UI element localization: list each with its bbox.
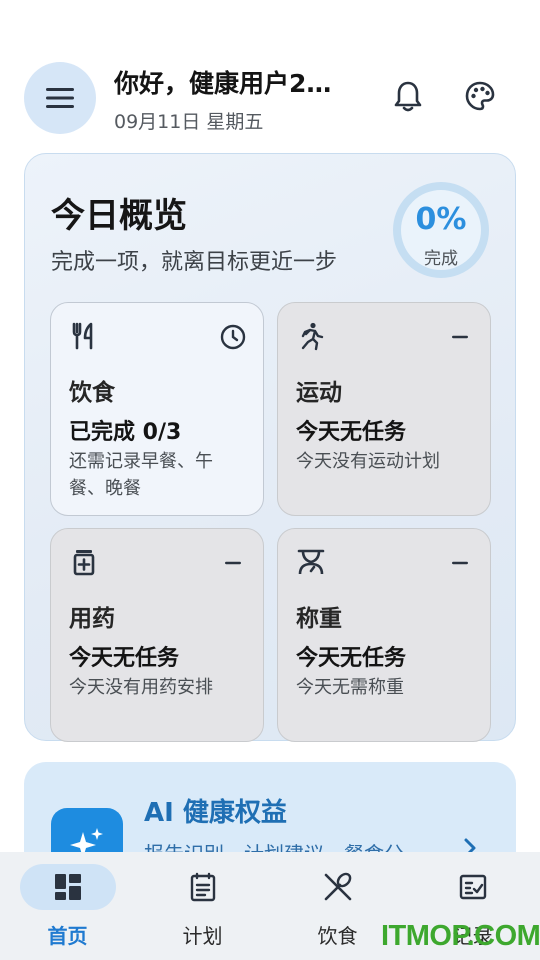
today-overview-card: 今日概览 完成一项，就离目标更近一步 0% 完成 饮食 已完成 0/3 还需记录… xyxy=(24,153,516,742)
tile-state: 已完成 0/3 xyxy=(69,420,182,445)
tile-desc: 今天没有用药安排 xyxy=(69,677,213,698)
tile-state: 今天无任务 xyxy=(69,646,180,671)
tile-desc: 今天无需称重 xyxy=(296,677,404,698)
menu-icon xyxy=(46,88,74,108)
scale-icon xyxy=(297,549,325,575)
bell-icon xyxy=(394,81,422,112)
tile-name: 称重 xyxy=(296,606,342,632)
progress-percent: 0% xyxy=(415,202,467,237)
tile-name: 运动 xyxy=(296,380,342,406)
date-text: 09月11日 星期五 xyxy=(114,111,264,133)
plan-icon xyxy=(190,872,215,902)
dashboard-icon xyxy=(54,874,81,900)
tile-exercise[interactable]: 运动 今天无任务 今天没有运动计划 xyxy=(277,302,491,516)
medicine-icon xyxy=(73,550,95,576)
minus-icon xyxy=(452,335,468,339)
tile-weight[interactable]: 称重 今天无任务 今天无需称重 xyxy=(277,528,491,742)
nav-item-plan[interactable]: 计划 xyxy=(135,852,270,960)
food-icon xyxy=(324,872,351,901)
nav-icon-wrap xyxy=(155,864,251,910)
progress-label: 完成 xyxy=(424,249,458,269)
header: 你好，健康用户2… 09月11日 星期五 xyxy=(0,56,540,140)
nav-label: 计划 xyxy=(182,924,223,948)
tile-desc: 今天没有运动计划 xyxy=(296,451,440,472)
nav-icon-wrap xyxy=(425,864,521,910)
running-icon xyxy=(301,322,324,351)
notifications-button[interactable] xyxy=(390,78,426,114)
tile-medicine[interactable]: 用药 今天无任务 今天没有用药安排 xyxy=(50,528,264,742)
utensils-icon xyxy=(72,322,93,350)
menu-button[interactable] xyxy=(24,62,96,134)
nav-label: 首页 xyxy=(47,924,88,948)
ai-title: AI 健康权益 xyxy=(144,798,287,828)
minus-icon xyxy=(225,561,241,565)
clock-icon xyxy=(220,324,246,350)
tile-desc: 还需记录早餐、午餐、晚餐 xyxy=(69,451,213,499)
progress-ring: 0% 完成 xyxy=(393,182,489,278)
theme-button[interactable] xyxy=(462,78,498,114)
tile-name: 饮食 xyxy=(69,380,115,406)
record-icon xyxy=(459,874,486,900)
nav-item-home[interactable]: 首页 xyxy=(0,852,135,960)
nav-icon-wrap xyxy=(290,864,386,910)
tile-state: 今天无任务 xyxy=(296,646,407,671)
greeting-text: 你好，健康用户2… xyxy=(114,69,332,98)
minus-icon xyxy=(452,561,468,565)
tile-name: 用药 xyxy=(69,606,115,632)
tile-diet[interactable]: 饮食 已完成 0/3 还需记录早餐、午餐、晚餐 xyxy=(50,302,264,516)
watermark-text: ITMOP.COM xyxy=(381,920,540,952)
tile-state: 今天无任务 xyxy=(296,420,407,445)
palette-icon xyxy=(465,81,495,111)
overview-title: 今日概览 xyxy=(51,196,187,236)
overview-subtitle: 完成一项，就离目标更近一步 xyxy=(51,250,338,275)
nav-icon-wrap xyxy=(19,864,116,910)
